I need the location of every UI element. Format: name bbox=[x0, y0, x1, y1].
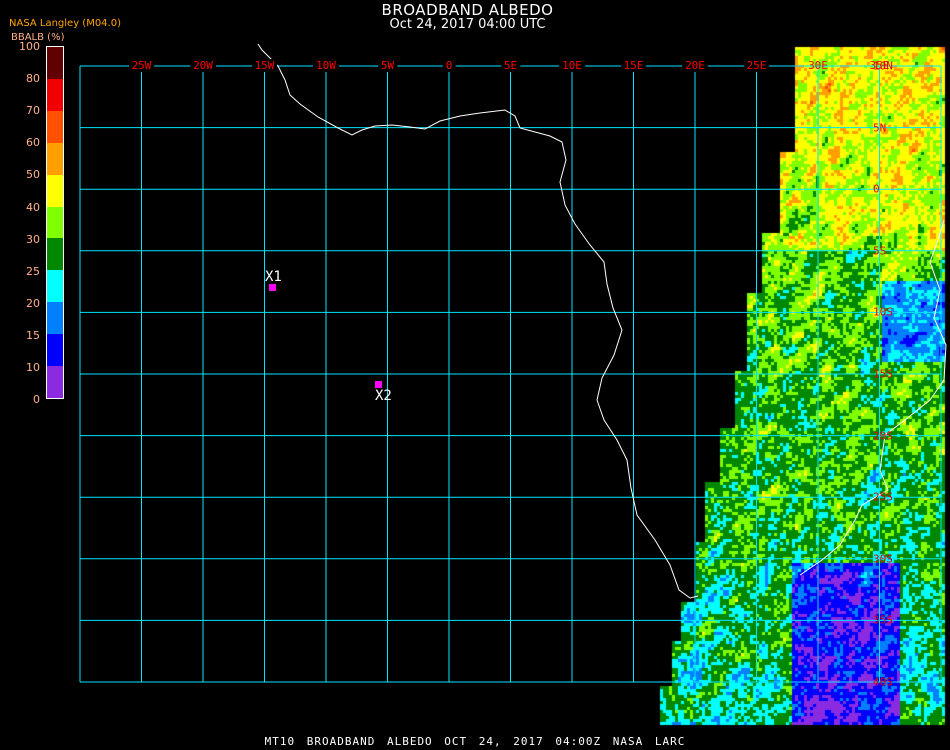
latitude-label: 10N bbox=[873, 59, 893, 73]
marker-x1-label: X1 bbox=[265, 269, 282, 285]
longitude-label: 30E bbox=[808, 59, 828, 72]
legend-tick-label: 10 bbox=[26, 361, 40, 374]
legend-swatch bbox=[47, 270, 63, 303]
latitude-label: 5N bbox=[873, 121, 887, 135]
footer-caption: MT10 BROADBAND ALBEDO OCT 24, 2017 04:00… bbox=[264, 735, 686, 748]
legend-tick-label: 100 bbox=[19, 40, 40, 53]
legend-tick-label: 60 bbox=[26, 136, 40, 150]
latitude-label: 5S bbox=[873, 244, 887, 258]
legend-tick-label: 50 bbox=[26, 168, 40, 182]
legend-tick-label: 40 bbox=[26, 200, 40, 214]
longitude-label: 5E bbox=[500, 59, 521, 72]
latitude-label: 25S bbox=[873, 490, 893, 504]
longitude-label: 5W bbox=[377, 59, 398, 72]
legend-swatch bbox=[47, 206, 63, 239]
longitude-label: 0 bbox=[442, 59, 456, 72]
legend-swatch bbox=[47, 366, 63, 398]
longitude-label: 20W bbox=[190, 59, 216, 72]
marker-x2[interactable] bbox=[375, 381, 382, 388]
marker-x1[interactable] bbox=[269, 284, 276, 291]
legend-swatch bbox=[47, 110, 63, 143]
legend-tick-label: 25 bbox=[26, 264, 40, 278]
longitude-label: 15E bbox=[620, 59, 647, 72]
legend-tick-label: 70 bbox=[26, 104, 40, 118]
longitude-label: 10W bbox=[313, 59, 339, 72]
legend-tick-label: 20 bbox=[26, 296, 40, 310]
lat-lon-grid bbox=[79, 65, 942, 683]
legend-tick-label: 15 bbox=[26, 328, 40, 342]
legend-tick-label: 30 bbox=[26, 232, 40, 246]
longitude-label: 25E bbox=[743, 59, 770, 72]
longitude-label: 10E bbox=[559, 59, 585, 72]
legend-swatch bbox=[47, 174, 63, 207]
coastline-east bbox=[799, 219, 947, 576]
legend-tick-label: 0 bbox=[33, 393, 40, 407]
chart-subtitle: Oct 24, 2017 04:00 UTC bbox=[389, 17, 546, 32]
legend-swatch bbox=[47, 302, 63, 335]
legend-swatch bbox=[47, 334, 63, 367]
color-legend-bar bbox=[46, 46, 64, 399]
legend-swatch bbox=[47, 47, 63, 79]
legend-swatch bbox=[47, 142, 63, 175]
longitude-label: 25W bbox=[128, 59, 155, 72]
latitude-label: 20S bbox=[873, 429, 893, 443]
longitude-label: 15W bbox=[251, 59, 278, 72]
marker-x2-label: X2 bbox=[375, 388, 392, 404]
legend-swatch bbox=[47, 78, 63, 111]
latitude-label: 35S bbox=[873, 613, 893, 627]
latitude-label: 40S bbox=[873, 675, 893, 689]
latitude-label: 0 bbox=[873, 182, 880, 196]
latitude-label: 10S bbox=[873, 305, 893, 319]
latitude-label: 30S bbox=[873, 552, 893, 566]
map-overlay bbox=[79, 43, 947, 683]
latitude-label: 15S bbox=[873, 367, 893, 381]
longitude-label: 20E bbox=[682, 59, 708, 72]
legend-tick-label: 80 bbox=[26, 72, 40, 86]
organization-label: NASA Langley (M04.0) bbox=[9, 18, 121, 29]
legend-swatch bbox=[47, 238, 63, 271]
